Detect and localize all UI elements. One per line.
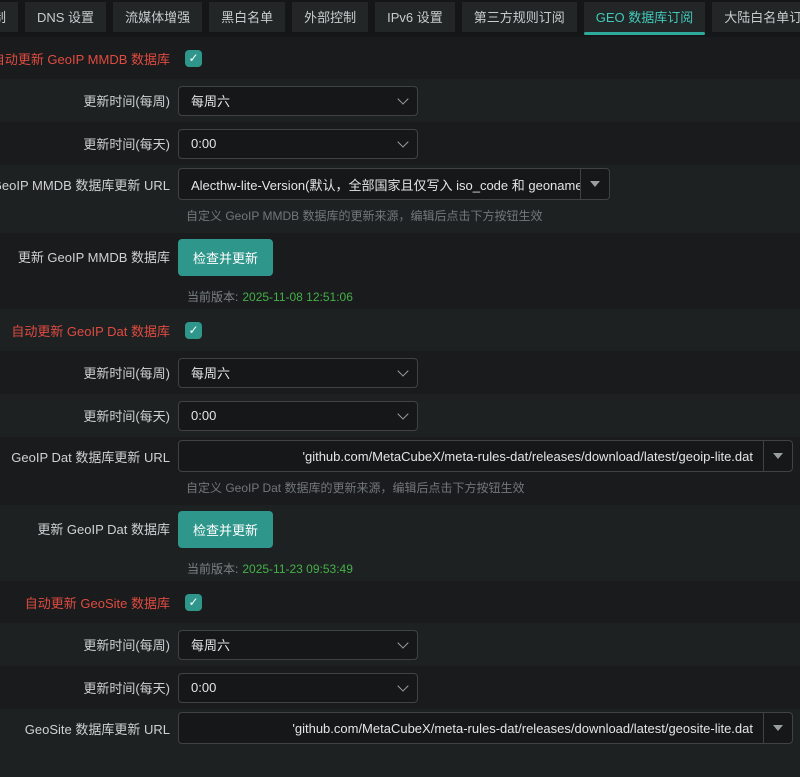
chevron-down-icon	[397, 136, 408, 147]
row-geosite-weekly: 更新时间(每周) 每周六	[0, 623, 800, 666]
dropdown-arrow-icon	[773, 453, 783, 459]
mmdb-update-label: 更新 GeoIP MMDB 数据库	[0, 233, 170, 309]
geosite-url-input[interactable]: 'github.com/MetaCubeX/meta-rules-dat/rel…	[179, 713, 763, 743]
dropdown-arrow-icon	[590, 181, 600, 187]
tab-third-party-rules[interactable]: 第三方规则订阅	[462, 2, 577, 32]
select-value: 0:00	[191, 408, 216, 423]
weekly-time-label: 更新时间(每周)	[0, 635, 170, 654]
daily-time-label: 更新时间(每天)	[0, 134, 170, 153]
geosite-url-combobox[interactable]: 'github.com/MetaCubeX/meta-rules-dat/rel…	[178, 712, 793, 744]
mmdb-version: 当前版本: 2025-11-08 12:51:06	[187, 288, 800, 305]
version-prefix: 当前版本:	[187, 290, 238, 304]
weekly-time-label: 更新时间(每周)	[0, 91, 170, 110]
chevron-down-icon	[397, 637, 408, 648]
tab-geo-database-subscription[interactable]: GEO 数据库订阅	[584, 2, 706, 32]
row-auto-update-mmdb: 自动更新 GeoIP MMDB 数据库 ✓	[0, 37, 800, 79]
tab-bar: 制 DNS 设置 流媒体增强 黑白名单 外部控制 IPv6 设置 第三方规则订阅…	[0, 0, 800, 30]
chevron-down-icon	[397, 408, 408, 419]
auto-update-mmdb-label: 自动更新 GeoIP MMDB 数据库	[0, 49, 170, 68]
select-value: 0:00	[191, 136, 216, 151]
mmdb-check-update-button[interactable]: 检查并更新	[178, 239, 273, 276]
row-auto-update-geosite: 自动更新 GeoSite 数据库 ✓	[0, 581, 800, 623]
dat-version: 当前版本: 2025-11-23 09:53:49	[187, 560, 800, 577]
weekly-time-label: 更新时间(每周)	[0, 363, 170, 382]
row-dat-url: GeoIP Dat 数据库更新 URL 'github.com/MetaCube…	[0, 437, 800, 505]
tab-black-white-list[interactable]: 黑白名单	[209, 2, 285, 32]
version-value: 2025-11-23 09:53:49	[242, 562, 353, 576]
auto-update-dat-label: 自动更新 GeoIP Dat 数据库	[0, 321, 170, 340]
dat-update-label: 更新 GeoIP Dat 数据库	[0, 505, 170, 581]
geosite-url-dropdown-button[interactable]	[763, 713, 792, 743]
version-value: 2025-11-08 12:51:06	[242, 290, 353, 304]
check-icon: ✓	[188, 51, 198, 65]
tab-label: 制	[0, 7, 6, 26]
dat-url-dropdown-button[interactable]	[763, 441, 792, 471]
auto-update-dat-checkbox[interactable]: ✓	[185, 322, 202, 339]
tab-label: GEO 数据库订阅	[596, 10, 694, 25]
row-geosite-url: GeoSite 数据库更新 URL 'github.com/MetaCubeX/…	[0, 709, 800, 777]
row-mmdb-update: 更新 GeoIP MMDB 数据库 检查并更新 当前版本: 2025-11-08 …	[0, 233, 800, 309]
daily-time-label: 更新时间(每天)	[0, 406, 170, 425]
select-value: 每周六	[191, 635, 230, 654]
chevron-down-icon	[397, 365, 408, 376]
dat-daily-select[interactable]: 0:00	[178, 401, 418, 431]
dat-url-help: 自定义 GeoIP Dat 数据库的更新来源，编辑后点击下方按钮生效	[186, 479, 800, 496]
geo-database-form: 自动更新 GeoIP MMDB 数据库 ✓ 更新时间(每周) 每周六 更新时间(…	[0, 37, 800, 777]
version-prefix: 当前版本:	[187, 562, 238, 576]
row-geosite-daily: 更新时间(每天) 0:00	[0, 666, 800, 709]
active-tab-underline	[584, 32, 706, 35]
mmdb-url-help: 自定义 GeoIP MMDB 数据库的更新来源，编辑后点击下方按钮生效	[186, 207, 800, 224]
tab-streaming-enhance[interactable]: 流媒体增强	[113, 2, 202, 32]
dat-weekly-select[interactable]: 每周六	[178, 358, 418, 388]
tab-external-control[interactable]: 外部控制	[292, 2, 368, 32]
row-dat-weekly: 更新时间(每周) 每周六	[0, 351, 800, 394]
dat-url-combobox[interactable]: 'github.com/MetaCubeX/meta-rules-dat/rel…	[178, 440, 793, 472]
daily-time-label: 更新时间(每天)	[0, 678, 170, 697]
select-value: 每周六	[191, 91, 230, 110]
check-icon: ✓	[188, 323, 198, 337]
auto-update-mmdb-checkbox[interactable]: ✓	[185, 50, 202, 67]
mmdb-url-combobox[interactable]: Alecthw-lite-Version(默认，全部国家且仅写入 iso_cod…	[178, 168, 610, 200]
row-auto-update-dat: 自动更新 GeoIP Dat 数据库 ✓	[0, 309, 800, 351]
mmdb-daily-select[interactable]: 0:00	[178, 129, 418, 159]
mmdb-url-dropdown-button[interactable]	[580, 169, 609, 199]
tab-mainland-whitelist[interactable]: 大陆白名单订阅	[712, 2, 800, 32]
row-dat-update: 更新 GeoIP Dat 数据库 检查并更新 当前版本: 2025-11-23 0…	[0, 505, 800, 581]
dropdown-arrow-icon	[773, 725, 783, 731]
auto-update-geosite-checkbox[interactable]: ✓	[185, 594, 202, 611]
select-value: 每周六	[191, 363, 230, 382]
chevron-down-icon	[397, 93, 408, 104]
chevron-down-icon	[397, 680, 408, 691]
auto-update-geosite-label: 自动更新 GeoSite 数据库	[0, 593, 170, 612]
row-dat-daily: 更新时间(每天) 0:00	[0, 394, 800, 437]
check-icon: ✓	[188, 595, 198, 609]
mmdb-url-label: GeoIP MMDB 数据库更新 URL	[0, 165, 170, 233]
tab-truncated[interactable]: 制	[0, 2, 18, 32]
tab-dns-settings[interactable]: DNS 设置	[25, 2, 106, 32]
row-mmdb-weekly: 更新时间(每周) 每周六	[0, 79, 800, 122]
geosite-url-label: GeoSite 数据库更新 URL	[0, 709, 170, 777]
dat-url-input[interactable]: 'github.com/MetaCubeX/meta-rules-dat/rel…	[179, 441, 763, 471]
row-mmdb-daily: 更新时间(每天) 0:00	[0, 122, 800, 165]
geosite-weekly-select[interactable]: 每周六	[178, 630, 418, 660]
select-value: 0:00	[191, 680, 216, 695]
dat-url-label: GeoIP Dat 数据库更新 URL	[0, 437, 170, 505]
row-mmdb-url: GeoIP MMDB 数据库更新 URL Alecthw-lite-Versio…	[0, 165, 800, 233]
dat-check-update-button[interactable]: 检查并更新	[178, 511, 273, 548]
geosite-daily-select[interactable]: 0:00	[178, 673, 418, 703]
mmdb-weekly-select[interactable]: 每周六	[178, 86, 418, 116]
mmdb-url-value[interactable]: Alecthw-lite-Version(默认，全部国家且仅写入 iso_cod…	[179, 169, 580, 199]
tab-ipv6-settings[interactable]: IPv6 设置	[375, 2, 455, 32]
